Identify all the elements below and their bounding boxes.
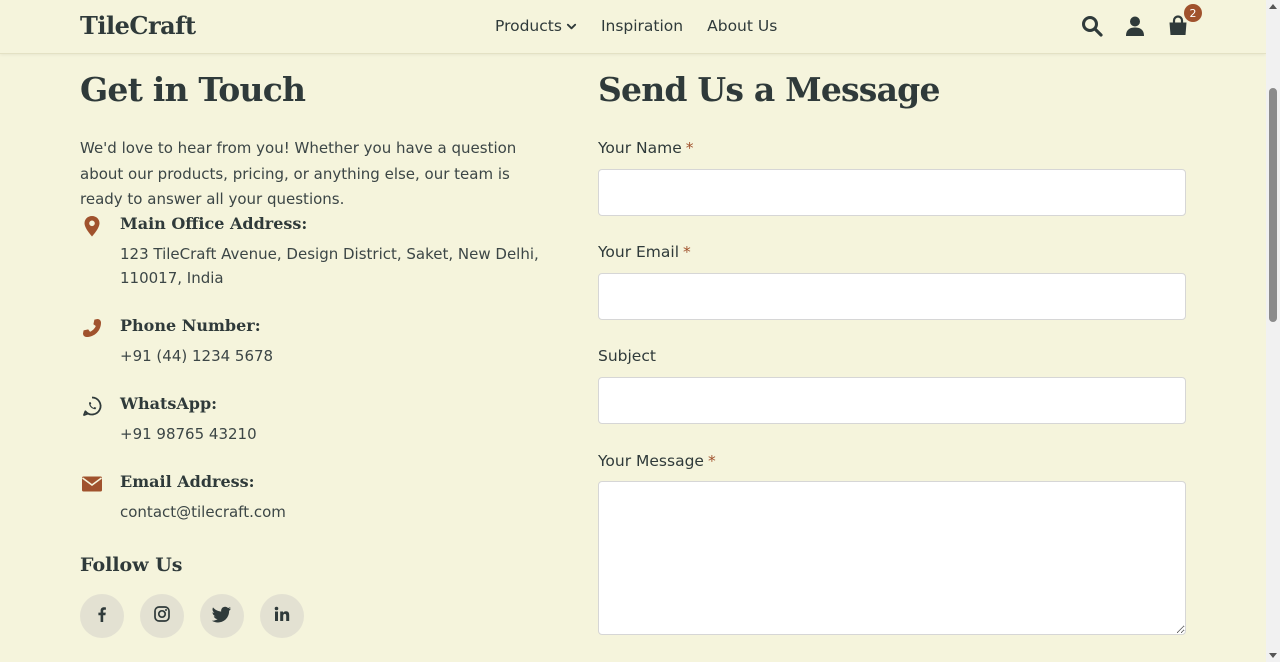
email-title: Email Address: [120, 472, 255, 491]
user-icon[interactable] [1123, 14, 1147, 38]
cart-icon[interactable]: 2 [1166, 4, 1202, 38]
facebook-icon [93, 605, 111, 627]
whatsapp-text[interactable]: +91 98765 43210 [120, 422, 550, 446]
linkedin-icon [273, 605, 291, 627]
header-actions: 2 [1080, 4, 1202, 38]
message-label: Your Message * [598, 452, 716, 470]
nav-about-us[interactable]: About Us [707, 17, 777, 35]
chevron-down-icon [566, 21, 577, 32]
form-title: Send Us a Message [598, 70, 940, 109]
contact-intro: We'd love to hear from you! Whether you … [80, 139, 517, 208]
site-header: TileCraft Products Inspiration About Us … [0, 0, 1266, 54]
message-label-text: Your Message [598, 452, 704, 470]
phone-block: Phone Number: +91 (44) 1234 5678 [80, 316, 550, 372]
address-text: 123 TileCraft Avenue, Design District, S… [120, 245, 539, 287]
nav-products-label: Products [495, 17, 562, 35]
page-scrollbar[interactable] [1266, 0, 1280, 662]
email-label: Your Email * [598, 243, 691, 261]
nav-inspiration[interactable]: Inspiration [601, 17, 683, 35]
required-mark: * [685, 139, 694, 157]
site-logo[interactable]: TileCraft [80, 11, 196, 40]
follow-title: Follow Us [80, 554, 183, 576]
phone-title: Phone Number: [120, 316, 261, 335]
email-input[interactable] [598, 273, 1186, 320]
email-label-text: Your Email [598, 243, 680, 261]
phone-icon [80, 316, 104, 340]
whatsapp-title: WhatsApp: [120, 394, 218, 413]
subject-label: Subject [598, 347, 656, 365]
message-textarea[interactable] [598, 481, 1186, 635]
scroll-up-arrow-icon[interactable] [1269, 4, 1277, 9]
main-nav: Products Inspiration About Us [495, 17, 777, 35]
nav-about-us-label: About Us [707, 17, 778, 35]
email-block: Email Address: contact@tilecraft.com [80, 472, 550, 528]
address-title: Main Office Address: [120, 214, 308, 233]
social-links [80, 594, 304, 638]
twitter-icon [211, 605, 232, 627]
email-text[interactable]: contact@tilecraft.com [120, 500, 550, 524]
envelope-icon [80, 472, 104, 496]
subject-label-text: Subject [598, 347, 656, 365]
instagram-button[interactable] [140, 594, 184, 638]
required-mark: * [707, 452, 716, 470]
address-block: Main Office Address: 123 TileCraft Avenu… [80, 214, 550, 294]
search-icon[interactable] [1080, 14, 1104, 38]
required-mark: * [683, 243, 691, 261]
whatsapp-icon [80, 394, 104, 418]
name-label-text: Your Name [598, 139, 682, 157]
facebook-button[interactable] [80, 594, 124, 638]
contact-title: Get in Touch [80, 70, 306, 109]
scroll-down-arrow-icon[interactable] [1269, 653, 1277, 658]
subject-input[interactable] [598, 377, 1186, 424]
nav-products[interactable]: Products [495, 17, 577, 35]
name-input[interactable] [598, 169, 1186, 216]
cart-count-badge: 2 [1184, 4, 1202, 22]
phone-text[interactable]: +91 (44) 1234 5678 [120, 344, 550, 368]
scrollbar-thumb[interactable] [1269, 88, 1277, 322]
whatsapp-block: WhatsApp: +91 98765 43210 [80, 394, 550, 450]
linkedin-button[interactable] [260, 594, 304, 638]
name-label: Your Name * [598, 139, 694, 157]
instagram-icon [153, 605, 171, 627]
twitter-button[interactable] [200, 594, 244, 638]
map-pin-icon [80, 214, 104, 238]
nav-inspiration-label: Inspiration [600, 17, 684, 35]
